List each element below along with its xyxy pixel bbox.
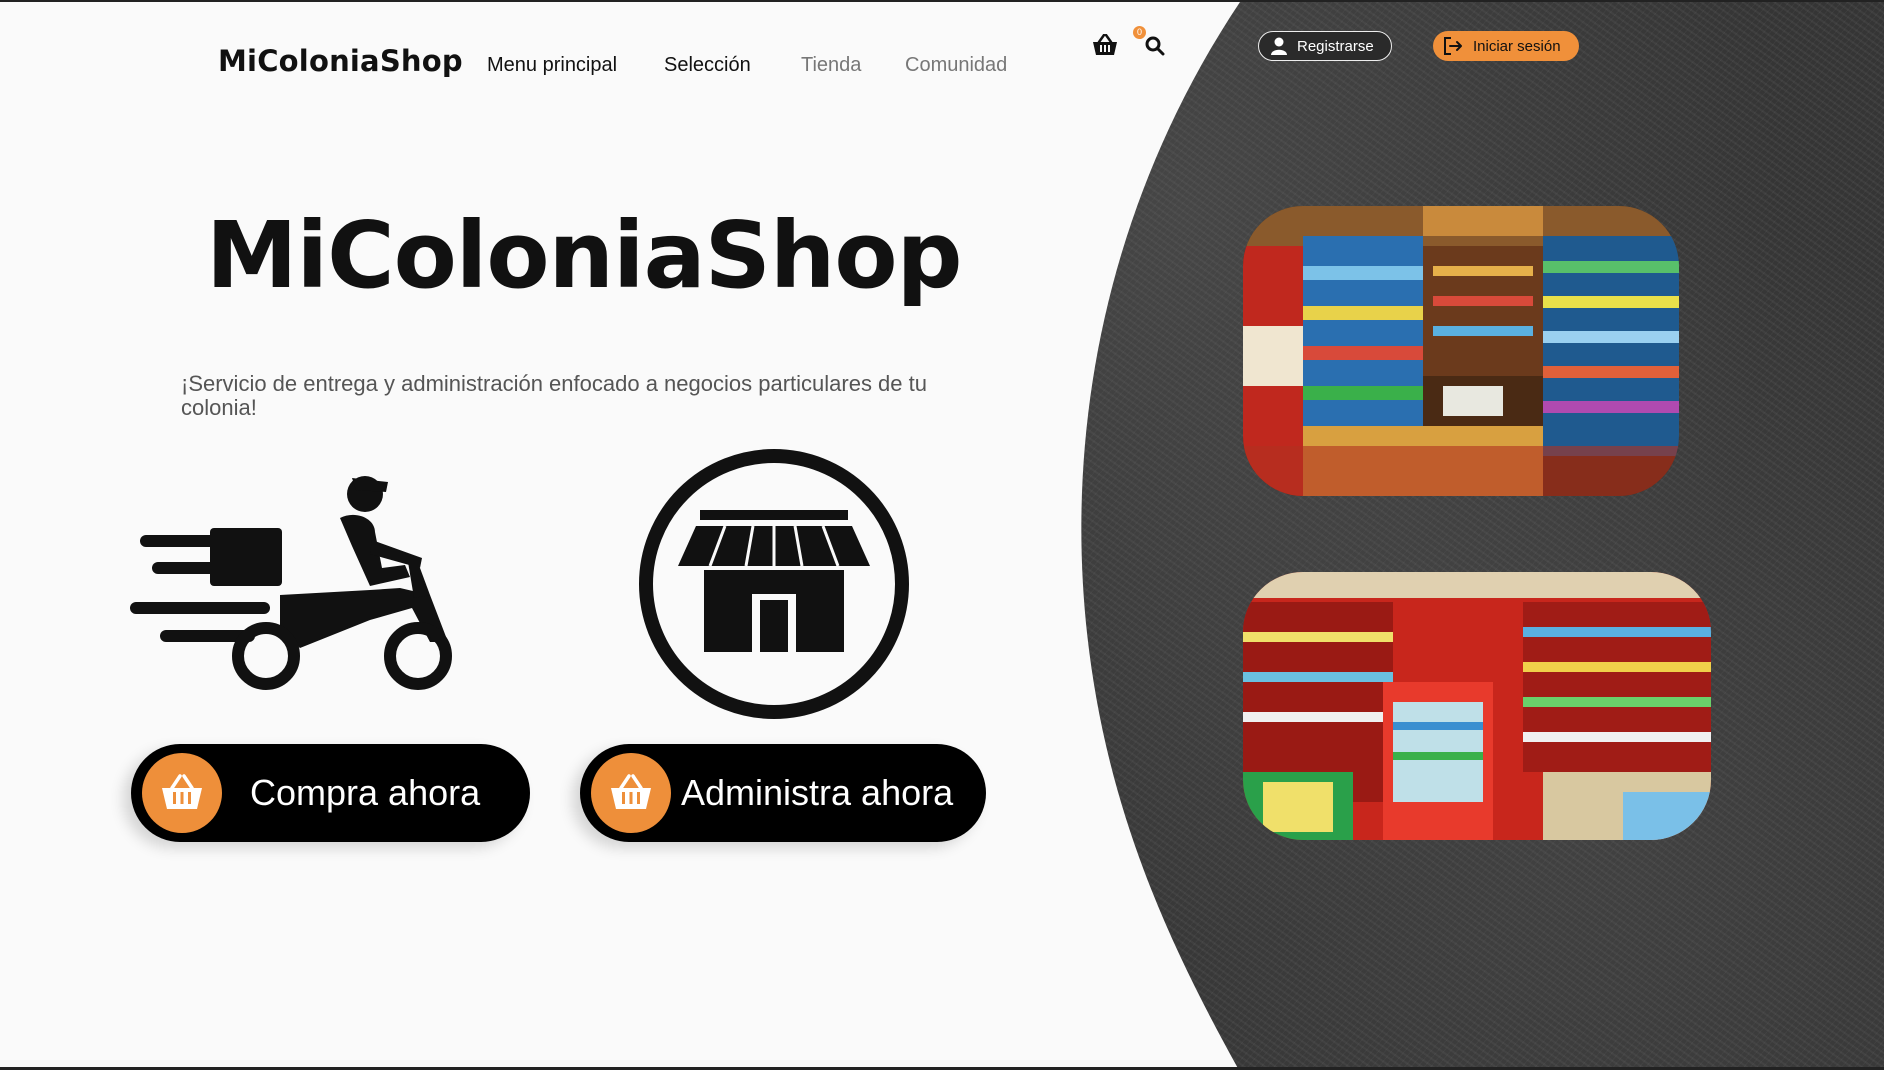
register-button[interactable]: Registrarse [1258,31,1392,61]
store-shelves-photo-1 [1243,206,1679,496]
hero-title: MiColoniaShop [206,202,962,309]
page: MiColoniaShop Menu principal Selección T… [0,0,1884,1070]
search-icon[interactable] [1145,36,1165,56]
user-icon [1271,37,1287,55]
nav-menu-principal[interactable]: Menu principal [487,54,617,77]
manage-now-label: Administra ahora [681,772,954,813]
basket-icon [591,753,671,833]
nav-comunidad[interactable]: Comunidad [905,54,1007,77]
site-logo[interactable]: MiColoniaShop [218,44,463,78]
textured-background-panel [884,2,1884,1067]
manage-now-button[interactable]: Administra ahora [580,744,986,842]
store-shelves-photo-2 [1243,572,1711,840]
login-button[interactable]: Iniciar sesión [1433,31,1579,61]
hero-subtitle: ¡Servicio de entrega y administración en… [181,371,927,420]
nav-tienda[interactable]: Tienda [801,54,861,77]
store-icon [639,449,909,719]
register-label: Registrarse [1297,37,1374,55]
login-label: Iniciar sesión [1473,37,1561,55]
buy-now-button[interactable]: Compra ahora [131,744,530,842]
nav-seleccion[interactable]: Selección [664,54,751,77]
buy-now-label: Compra ahora [250,772,481,813]
delivery-scooter-icon [130,476,452,690]
basket-icon [142,753,222,833]
basket-icon[interactable] [1092,34,1118,56]
sign-in-icon [1444,37,1462,55]
